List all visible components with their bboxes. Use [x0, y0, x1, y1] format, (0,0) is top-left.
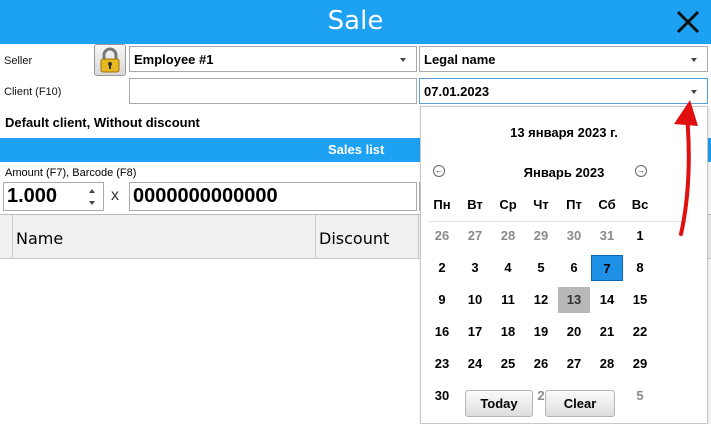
calendar-day[interactable]: 10 — [459, 287, 491, 313]
weekday-label: Пт — [566, 197, 582, 212]
today-button[interactable]: Today — [465, 390, 533, 417]
amount-stepper[interactable]: 1.000 — [3, 182, 104, 211]
title-bar: Sale — [0, 0, 711, 44]
calendar-day[interactable]: 26 — [525, 351, 557, 377]
calendar-day[interactable]: 29 — [525, 223, 557, 249]
calendar-day[interactable]: 19 — [525, 319, 557, 345]
close-icon[interactable] — [675, 8, 701, 36]
lock-icon — [100, 47, 120, 73]
calendar-day[interactable]: 14 — [591, 287, 623, 313]
seller-value: Employee #1 — [134, 52, 214, 67]
calendar-day[interactable]: 7 — [591, 255, 623, 281]
legal-name-value: Legal name — [424, 52, 496, 67]
barcode-value: 0000000000000 — [133, 185, 278, 207]
calendar-day[interactable]: 2 — [426, 255, 458, 281]
column-discount[interactable]: Discount — [316, 215, 419, 259]
calendar-day[interactable]: 29 — [624, 351, 656, 377]
column-name[interactable]: Name — [13, 215, 316, 259]
calendar-day[interactable]: 13 — [558, 287, 590, 313]
legal-name-select[interactable]: Legal name — [419, 46, 708, 72]
date-picker[interactable]: 07.01.2023 — [419, 78, 708, 104]
date-value: 07.01.2023 — [424, 84, 490, 99]
calendar-day[interactable]: 30 — [558, 223, 590, 249]
row-indicator-header — [0, 215, 13, 259]
weekday-label: Вс — [631, 197, 649, 212]
clear-button[interactable]: Clear — [545, 390, 615, 417]
calendar-day[interactable]: 16 — [426, 319, 458, 345]
lock-button[interactable] — [94, 44, 126, 76]
calendar-day[interactable]: 30 — [426, 383, 458, 409]
chevron-right-icon[interactable]: → — [635, 165, 647, 177]
weekday-label: Чт — [533, 197, 549, 212]
calendar-day[interactable]: 23 — [426, 351, 458, 377]
calendar-day[interactable]: 9 — [426, 287, 458, 313]
calendar-day[interactable]: 5 — [525, 255, 557, 281]
weekday-label: Ср — [499, 197, 517, 212]
column-discount-label: Discount — [319, 229, 390, 248]
calendar-popup: 13 января 2023 г. ← Январь 2023 → Пн Вт Ср… — [420, 106, 708, 424]
calendar-day[interactable]: 5 — [624, 383, 656, 409]
calendar-day[interactable]: 20 — [558, 319, 590, 345]
calendar-day[interactable]: 27 — [459, 223, 491, 249]
client-field[interactable] — [129, 78, 417, 104]
weekday-label: Вт — [467, 197, 483, 212]
calendar-day[interactable]: 1 — [624, 223, 656, 249]
calendar-day[interactable]: 15 — [624, 287, 656, 313]
multiply-sign: x — [111, 187, 119, 204]
barcode-input[interactable]: 0000000000000 — [129, 182, 417, 211]
annotation-arrow — [674, 100, 698, 236]
seller-select[interactable]: Employee #1 — [129, 46, 417, 72]
calendar-day[interactable]: 26 — [426, 223, 458, 249]
calendar-day[interactable]: 8 — [624, 255, 656, 281]
calendar-day[interactable]: 22 — [624, 319, 656, 345]
calendar-day[interactable]: 11 — [492, 287, 524, 313]
calendar-day[interactable]: 31 — [591, 223, 623, 249]
client-label: Client (F10) — [4, 86, 62, 98]
calendar-day[interactable]: 12 — [525, 287, 557, 313]
calendar-day[interactable]: 3 — [459, 255, 491, 281]
calendar-day[interactable]: 24 — [459, 351, 491, 377]
sales-list-title: Sales list — [328, 142, 385, 157]
calendar-day[interactable]: 28 — [591, 351, 623, 377]
calendar-day[interactable]: 21 — [591, 319, 623, 345]
column-name-label: Name — [16, 229, 64, 248]
calendar-day[interactable]: 6 — [558, 255, 590, 281]
amount-barcode-label: Amount (F7), Barcode (F8) — [5, 167, 137, 179]
dropdown-arrow-icon — [691, 58, 697, 62]
calendar-divider — [429, 221, 689, 222]
spin-down-icon[interactable] — [89, 201, 95, 205]
calendar-day[interactable]: 27 — [558, 351, 590, 377]
calendar-day[interactable]: 4 — [492, 255, 524, 281]
amount-value: 1.000 — [7, 185, 58, 207]
client-status: Default client, Without discount — [5, 115, 200, 130]
weekday-label: Сб — [598, 197, 616, 212]
window-title: Sale — [327, 6, 384, 36]
calendar-today-long: 13 января 2023 г. — [510, 125, 618, 140]
seller-label: Seller — [4, 55, 33, 67]
calendar-day[interactable]: 18 — [492, 319, 524, 345]
dropdown-arrow-icon — [400, 58, 406, 62]
calendar-day[interactable]: 28 — [492, 223, 524, 249]
calendar-month-year: Январь 2023 — [523, 165, 605, 180]
calendar-day[interactable]: 25 — [492, 351, 524, 377]
weekday-label: Пн — [433, 197, 451, 212]
spin-up-icon[interactable] — [89, 189, 95, 193]
calendar-day[interactable]: 17 — [459, 319, 491, 345]
